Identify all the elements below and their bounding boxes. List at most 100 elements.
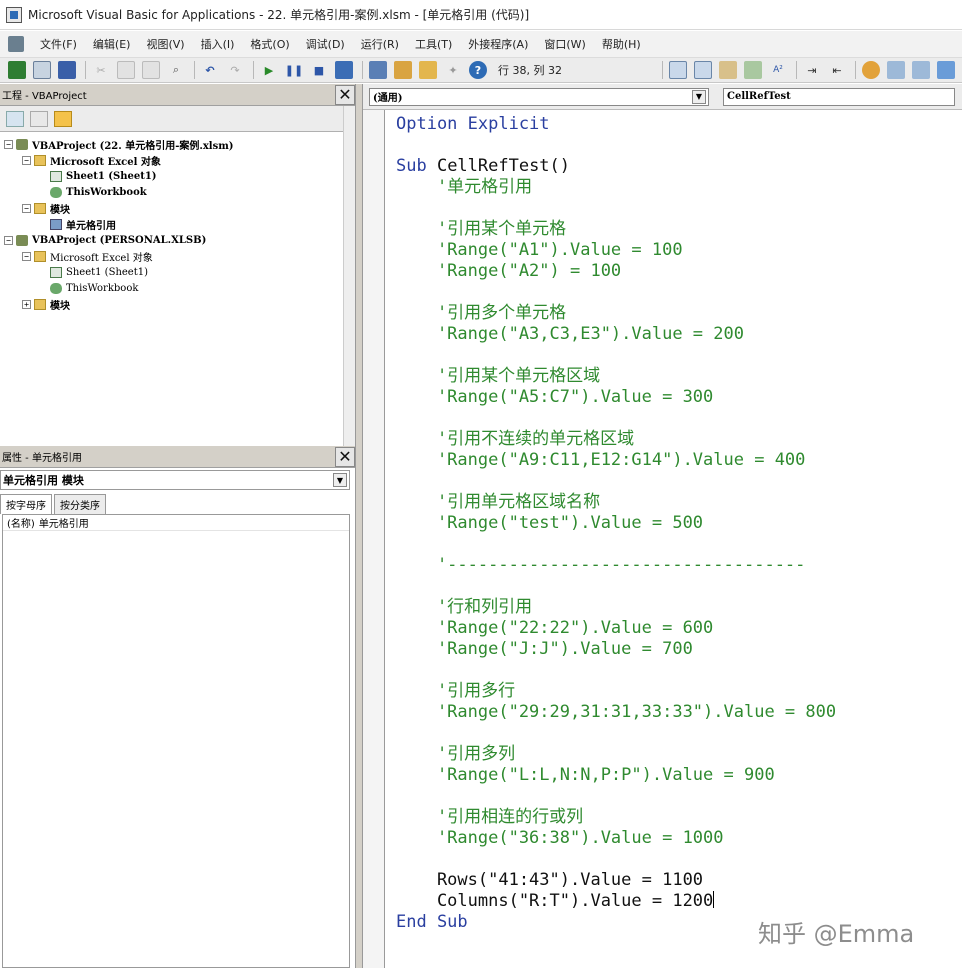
code-comment[interactable]: 'Range("A3,C3,E3").Value = 200: [396, 324, 744, 345]
comment-block-icon[interactable]: [887, 61, 905, 79]
save-icon[interactable]: [58, 61, 76, 79]
list-constants-icon[interactable]: [694, 61, 712, 79]
bookmark-icon[interactable]: [937, 61, 955, 79]
system-menu-icon[interactable]: [8, 36, 24, 52]
code-comment[interactable]: '引用多行: [396, 681, 515, 702]
code-comment[interactable]: '引用单元格区域名称: [396, 492, 600, 513]
pane-splitter[interactable]: [355, 84, 363, 968]
code-line-current[interactable]: Columns("R:T").Value = 1200: [396, 891, 715, 912]
code-comment[interactable]: '引用相连的行或列: [396, 807, 583, 828]
close-icon[interactable]: ✕: [335, 84, 355, 105]
toolbox-icon[interactable]: ✦: [444, 61, 462, 79]
code-comment[interactable]: '-----------------------------------: [396, 555, 805, 576]
code-comment[interactable]: 'Range("22:22").Value = 600: [396, 618, 713, 639]
tree-node-module-cellref[interactable]: 单元格引用: [50, 216, 116, 232]
toggle-folders-icon[interactable]: [54, 110, 72, 127]
cut-icon[interactable]: ✂: [92, 61, 110, 79]
menu-debug[interactable]: 调试(D): [298, 34, 353, 54]
code-comment[interactable]: '行和列引用: [396, 597, 532, 618]
collapse-icon[interactable]: −: [22, 155, 31, 165]
undo-icon[interactable]: ↶: [201, 61, 219, 79]
insert-module-icon[interactable]: [33, 61, 51, 79]
menu-addins[interactable]: 外接程序(A): [460, 34, 536, 54]
menu-tools[interactable]: 工具(T): [407, 34, 460, 54]
property-row[interactable]: (名称) 单元格引用: [3, 515, 349, 531]
tree-node-excel-objects-2[interactable]: − Microsoft Excel 对象: [22, 248, 153, 264]
menu-help[interactable]: 帮助(H): [594, 34, 649, 54]
code-comment[interactable]: 'Range("36:38").Value = 1000: [396, 828, 724, 849]
menu-edit[interactable]: 编辑(E): [85, 34, 139, 54]
quick-info-icon[interactable]: [719, 61, 737, 79]
view-code-icon[interactable]: [6, 110, 24, 127]
complete-word-icon[interactable]: A²: [769, 61, 787, 79]
collapse-icon[interactable]: −: [22, 251, 31, 261]
tree-node-thisworkbook[interactable]: ThisWorkbook: [50, 184, 147, 200]
tree-node-excel-objects[interactable]: − Microsoft Excel 对象: [22, 152, 161, 168]
code-comment[interactable]: 'Range("A1").Value = 100: [396, 240, 683, 261]
code-line[interactable]: Option Explicit: [396, 114, 550, 135]
tree-node-thisworkbook-2[interactable]: ThisWorkbook: [50, 280, 138, 296]
tree-node-project2[interactable]: − VBAProject (PERSONAL.XLSB): [4, 232, 206, 248]
code-margin-indicator-bar[interactable]: [363, 110, 385, 968]
code-comment[interactable]: 'Range("A2") = 100: [396, 261, 621, 282]
chevron-down-icon[interactable]: ▼: [692, 89, 706, 104]
code-comment[interactable]: 'Range("29:29,31:31,33:33").Value = 800: [396, 702, 836, 723]
object-browser-icon[interactable]: [419, 61, 437, 79]
run-icon[interactable]: ▶: [260, 61, 278, 79]
code-comment[interactable]: '引用多个单元格: [396, 303, 566, 324]
project-explorer-icon[interactable]: [369, 61, 387, 79]
object-combo[interactable]: (通用) ▼: [369, 87, 709, 106]
redo-icon[interactable]: ↷: [226, 61, 244, 79]
project-scrollbar[interactable]: [343, 106, 355, 446]
excel-view-icon[interactable]: [8, 61, 26, 79]
help-icon[interactable]: ?: [469, 61, 487, 79]
tab-categorized[interactable]: 按分类序: [54, 494, 106, 514]
collapse-icon[interactable]: −: [4, 139, 13, 149]
menu-insert[interactable]: 插入(I): [193, 34, 243, 54]
list-properties-icon[interactable]: [669, 61, 687, 79]
tree-node-modules[interactable]: − 模块: [22, 200, 70, 216]
properties-object-select[interactable]: 单元格引用 模块 ▼: [0, 470, 350, 490]
copy-icon[interactable]: [117, 61, 135, 79]
property-value[interactable]: 单元格引用: [39, 515, 89, 530]
code-comment[interactable]: 'Range("A5:C7").Value = 300: [396, 387, 713, 408]
design-mode-icon[interactable]: [335, 61, 353, 79]
paste-icon[interactable]: [142, 61, 160, 79]
tree-node-sheet1-2[interactable]: Sheet1 (Sheet1): [50, 264, 148, 280]
menu-format[interactable]: 格式(O): [242, 34, 297, 54]
chevron-down-icon[interactable]: ▼: [333, 473, 347, 487]
code-editor[interactable]: Option Explicit Sub CellRefTest() '单元格引用…: [386, 110, 962, 968]
code-comment[interactable]: '单元格引用: [396, 177, 532, 198]
view-object-icon[interactable]: [30, 110, 48, 127]
code-comment[interactable]: 'Range("J:J").Value = 700: [396, 639, 693, 660]
code-comment[interactable]: '引用不连续的单元格区域: [396, 429, 634, 450]
menu-window[interactable]: 窗口(W): [536, 34, 593, 54]
menu-run[interactable]: 运行(R): [353, 34, 407, 54]
indent-icon[interactable]: ⇥: [803, 61, 821, 79]
code-comment[interactable]: '引用某个单元格: [396, 219, 566, 240]
code-comment[interactable]: '引用某个单元格区域: [396, 366, 600, 387]
menu-file[interactable]: 文件(F): [32, 34, 85, 54]
tree-node-sheet1[interactable]: Sheet1 (Sheet1): [50, 168, 157, 184]
procedure-combo[interactable]: CellRefTest: [723, 87, 955, 106]
tree-node-project1[interactable]: − VBAProject (22. 单元格引用-案例.xlsm): [4, 136, 234, 152]
close-icon[interactable]: ✕: [335, 446, 355, 467]
code-line[interactable]: Rows("41:43").Value = 1100: [396, 870, 703, 891]
find-icon[interactable]: ⌕: [167, 61, 185, 79]
collapse-icon[interactable]: −: [4, 235, 13, 245]
code-line[interactable]: End Sub: [396, 912, 468, 933]
reset-icon[interactable]: ■: [310, 61, 328, 79]
tree-node-modules-2[interactable]: + 模块: [22, 296, 70, 312]
tab-alphabetic[interactable]: 按字母序: [0, 494, 52, 514]
outdent-icon[interactable]: ⇤: [828, 61, 846, 79]
code-comment[interactable]: 'Range("A9:C11,E12:G14").Value = 400: [396, 450, 805, 471]
code-comment[interactable]: 'Range("L:L,N:N,P:P").Value = 900: [396, 765, 775, 786]
code-comment[interactable]: 'Range("test").Value = 500: [396, 513, 703, 534]
break-icon[interactable]: ❚❚: [285, 61, 303, 79]
menu-view[interactable]: 视图(V): [138, 34, 192, 54]
properties-window-icon[interactable]: [394, 61, 412, 79]
expand-icon[interactable]: +: [22, 299, 31, 309]
collapse-icon[interactable]: −: [22, 203, 31, 213]
code-line[interactable]: Sub CellRefTest(): [396, 156, 570, 177]
parameter-info-icon[interactable]: [744, 61, 762, 79]
